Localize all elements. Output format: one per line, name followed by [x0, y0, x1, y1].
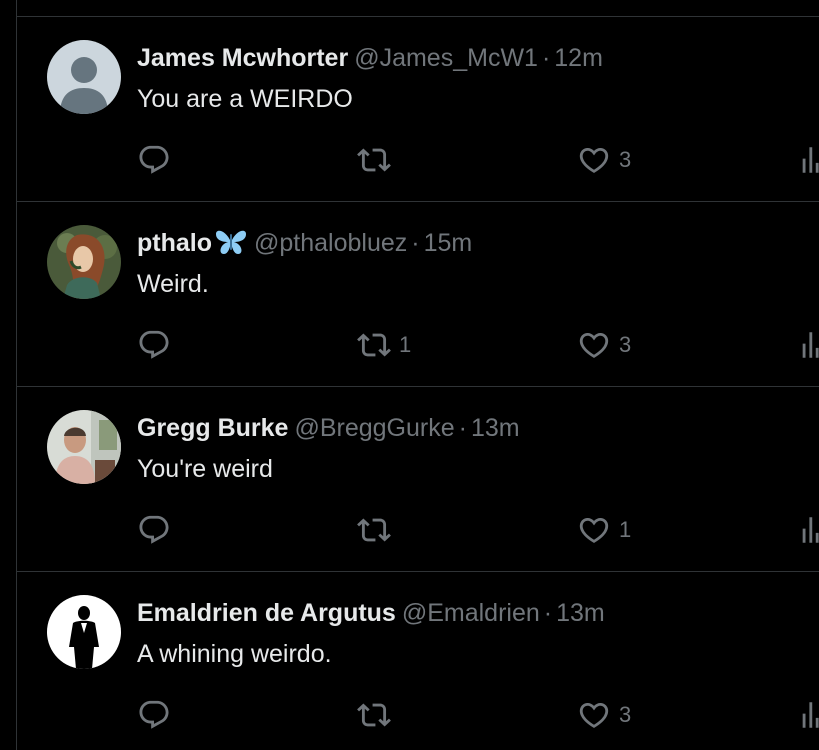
retweet-button[interactable]	[357, 698, 399, 732]
tweet-header: James Mcwhorter @James_McW1 · 12m	[137, 41, 809, 75]
reply-button[interactable]	[137, 698, 179, 732]
tweet[interactable]: pthalo @pthalobluez · 15m Weird. 1 3	[17, 202, 819, 387]
like-button[interactable]: 1	[577, 513, 631, 547]
views-icon	[802, 147, 819, 173]
like-button[interactable]: 3	[577, 328, 631, 362]
avatar[interactable]	[47, 595, 121, 669]
retweet-count: 1	[399, 332, 412, 357]
views-button[interactable]	[797, 328, 819, 362]
reply-button[interactable]	[137, 513, 179, 547]
reply-button[interactable]	[137, 328, 179, 362]
display-name[interactable]: James Mcwhorter	[137, 44, 348, 72]
user-handle[interactable]: @pthalobluez	[254, 229, 407, 257]
retweet-icon	[357, 333, 391, 357]
tweet-text: A whining weirdo.	[137, 640, 332, 668]
painting-avatar-icon	[47, 225, 121, 299]
timestamp[interactable]: 13m	[471, 414, 520, 442]
like-button[interactable]: 3	[577, 143, 631, 177]
separator-dot: ·	[541, 44, 551, 72]
timestamp[interactable]: 12m	[554, 44, 603, 72]
default-avatar-icon	[47, 40, 121, 114]
user-handle[interactable]: @BreggGurke	[294, 414, 454, 442]
retweet-button[interactable]: 1	[357, 328, 411, 362]
like-count: 3	[619, 332, 632, 357]
like-count: 3	[619, 702, 632, 727]
avatar[interactable]	[47, 225, 121, 299]
like-count: 1	[619, 517, 632, 542]
separator-dot: ·	[458, 414, 467, 442]
timestamp[interactable]: 13m	[556, 599, 605, 627]
separator-dot: ·	[543, 599, 553, 627]
heart-icon	[579, 147, 609, 173]
views-button[interactable]	[797, 698, 819, 732]
tweet-actions: 3	[137, 698, 819, 732]
tweet-actions: 1 3	[137, 328, 819, 362]
retweet-button[interactable]	[357, 143, 399, 177]
views-icon	[802, 517, 819, 543]
like-count: 3	[619, 147, 632, 172]
separator-dot: ·	[411, 229, 420, 257]
display-name[interactable]: Emaldrien de Argutus	[137, 599, 396, 627]
user-handle[interactable]: @James_McW1	[354, 44, 538, 72]
tweet-actions: 1	[137, 513, 819, 547]
avatar[interactable]	[47, 410, 121, 484]
tweet-actions: 3	[137, 143, 819, 177]
tweet-header: pthalo @pthalobluez · 15m	[137, 226, 809, 260]
display-name[interactable]: pthalo	[137, 229, 212, 257]
reply-icon	[139, 145, 169, 174]
tweet-text: Weird.	[137, 270, 209, 298]
butterfly-emoji-icon	[214, 228, 248, 256]
like-button[interactable]: 3	[577, 698, 631, 732]
tweet[interactable]: Gregg Burke @BreggGurke · 13m You're weird …	[17, 387, 819, 572]
views-icon	[802, 702, 819, 728]
retweet-button[interactable]	[357, 513, 399, 547]
reply-icon	[139, 700, 169, 729]
tweet-text: You are a WEIRDO	[137, 85, 353, 113]
retweet-icon	[357, 518, 391, 542]
tweet-header: Emaldrien de Argutus @Emaldrien · 13m	[137, 596, 809, 630]
avatar[interactable]	[47, 40, 121, 114]
user-handle[interactable]: @Emaldrien	[402, 599, 540, 627]
tweet-text: You're weird	[137, 455, 273, 483]
reply-icon	[139, 330, 169, 359]
reply-button[interactable]	[137, 143, 179, 177]
tweet-header: Gregg Burke @BreggGurke · 13m	[137, 411, 809, 445]
tweet[interactable]: Emaldrien de Argutus @Emaldrien · 13m A whi…	[17, 572, 819, 750]
retweet-icon	[357, 703, 391, 727]
reply-timeline: James Mcwhorter @James_McW1 · 12m You are a…	[16, 0, 819, 750]
heart-icon	[579, 702, 609, 728]
silhouette-avatar-icon	[47, 595, 121, 669]
heart-icon	[579, 517, 609, 543]
views-icon	[802, 332, 819, 358]
heart-icon	[579, 332, 609, 358]
views-button[interactable]	[797, 513, 819, 547]
views-button[interactable]	[797, 143, 819, 177]
reply-icon	[139, 515, 169, 544]
tweet[interactable]: James Mcwhorter @James_McW1 · 12m You are a…	[17, 17, 819, 202]
photo-avatar-icon	[47, 410, 121, 484]
timestamp[interactable]: 15m	[424, 229, 473, 257]
retweet-icon	[357, 148, 391, 172]
display-name[interactable]: Gregg Burke	[137, 414, 288, 442]
